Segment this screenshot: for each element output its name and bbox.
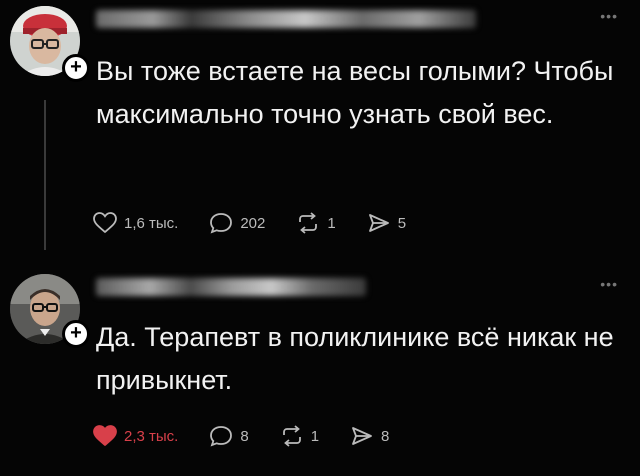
share-count: 5: [397, 214, 407, 232]
follow-plus-icon[interactable]: +: [62, 320, 90, 348]
reply-count: 8: [240, 427, 249, 445]
like-button[interactable]: 1,6 тыс.: [92, 211, 178, 235]
post-text: Вы тоже встаете на весы голыми? Чтобы ма…: [96, 56, 614, 129]
reply-count: 202: [240, 214, 266, 232]
post-actions: 2,3 тыс. 8 1 8: [92, 422, 419, 450]
post-actions: 1,6 тыс. 202 1 5: [92, 209, 436, 237]
send-icon: [368, 214, 389, 232]
username-blurred: [96, 278, 366, 296]
repost-count: 1: [327, 214, 336, 232]
post-original: + ••• Вы тоже встаете на весы голыми? Чт…: [0, 0, 640, 262]
username-blurred: [96, 10, 476, 28]
thread-connector-line: [44, 100, 46, 250]
share-button[interactable]: 5: [366, 211, 406, 235]
thread-screen: + ••• Вы тоже встаете на весы голыми? Чт…: [0, 0, 640, 476]
repost-button[interactable]: 1: [279, 424, 319, 448]
like-button[interactable]: 2,3 тыс.: [92, 424, 178, 448]
more-dots-icon[interactable]: •••: [600, 276, 618, 292]
repost-button[interactable]: 1: [295, 211, 336, 235]
repost-count: 1: [310, 427, 320, 445]
share-button[interactable]: 8: [349, 424, 389, 448]
like-count: 2,3 тыс.: [124, 427, 179, 445]
post-text: Да. Терапевт в поликлинике всё никак не …: [96, 322, 614, 395]
share-count: 8: [381, 427, 390, 445]
send-icon: [352, 427, 372, 445]
reply-button[interactable]: 202: [208, 211, 265, 235]
follow-plus-icon[interactable]: +: [62, 54, 90, 82]
repost-icon: [282, 425, 301, 447]
reply-button[interactable]: 8: [208, 424, 249, 448]
like-count: 1,6 тыс.: [124, 214, 179, 232]
post-reply: + ••• Да. Терапевт в поликлинике всё ник…: [0, 262, 640, 476]
speech-bubble-icon: [210, 213, 233, 234]
heart-icon: [93, 212, 117, 234]
speech-bubble-icon: [210, 426, 233, 447]
heart-icon: [93, 425, 117, 447]
more-dots-icon[interactable]: •••: [600, 8, 618, 24]
repost-icon: [299, 212, 318, 234]
